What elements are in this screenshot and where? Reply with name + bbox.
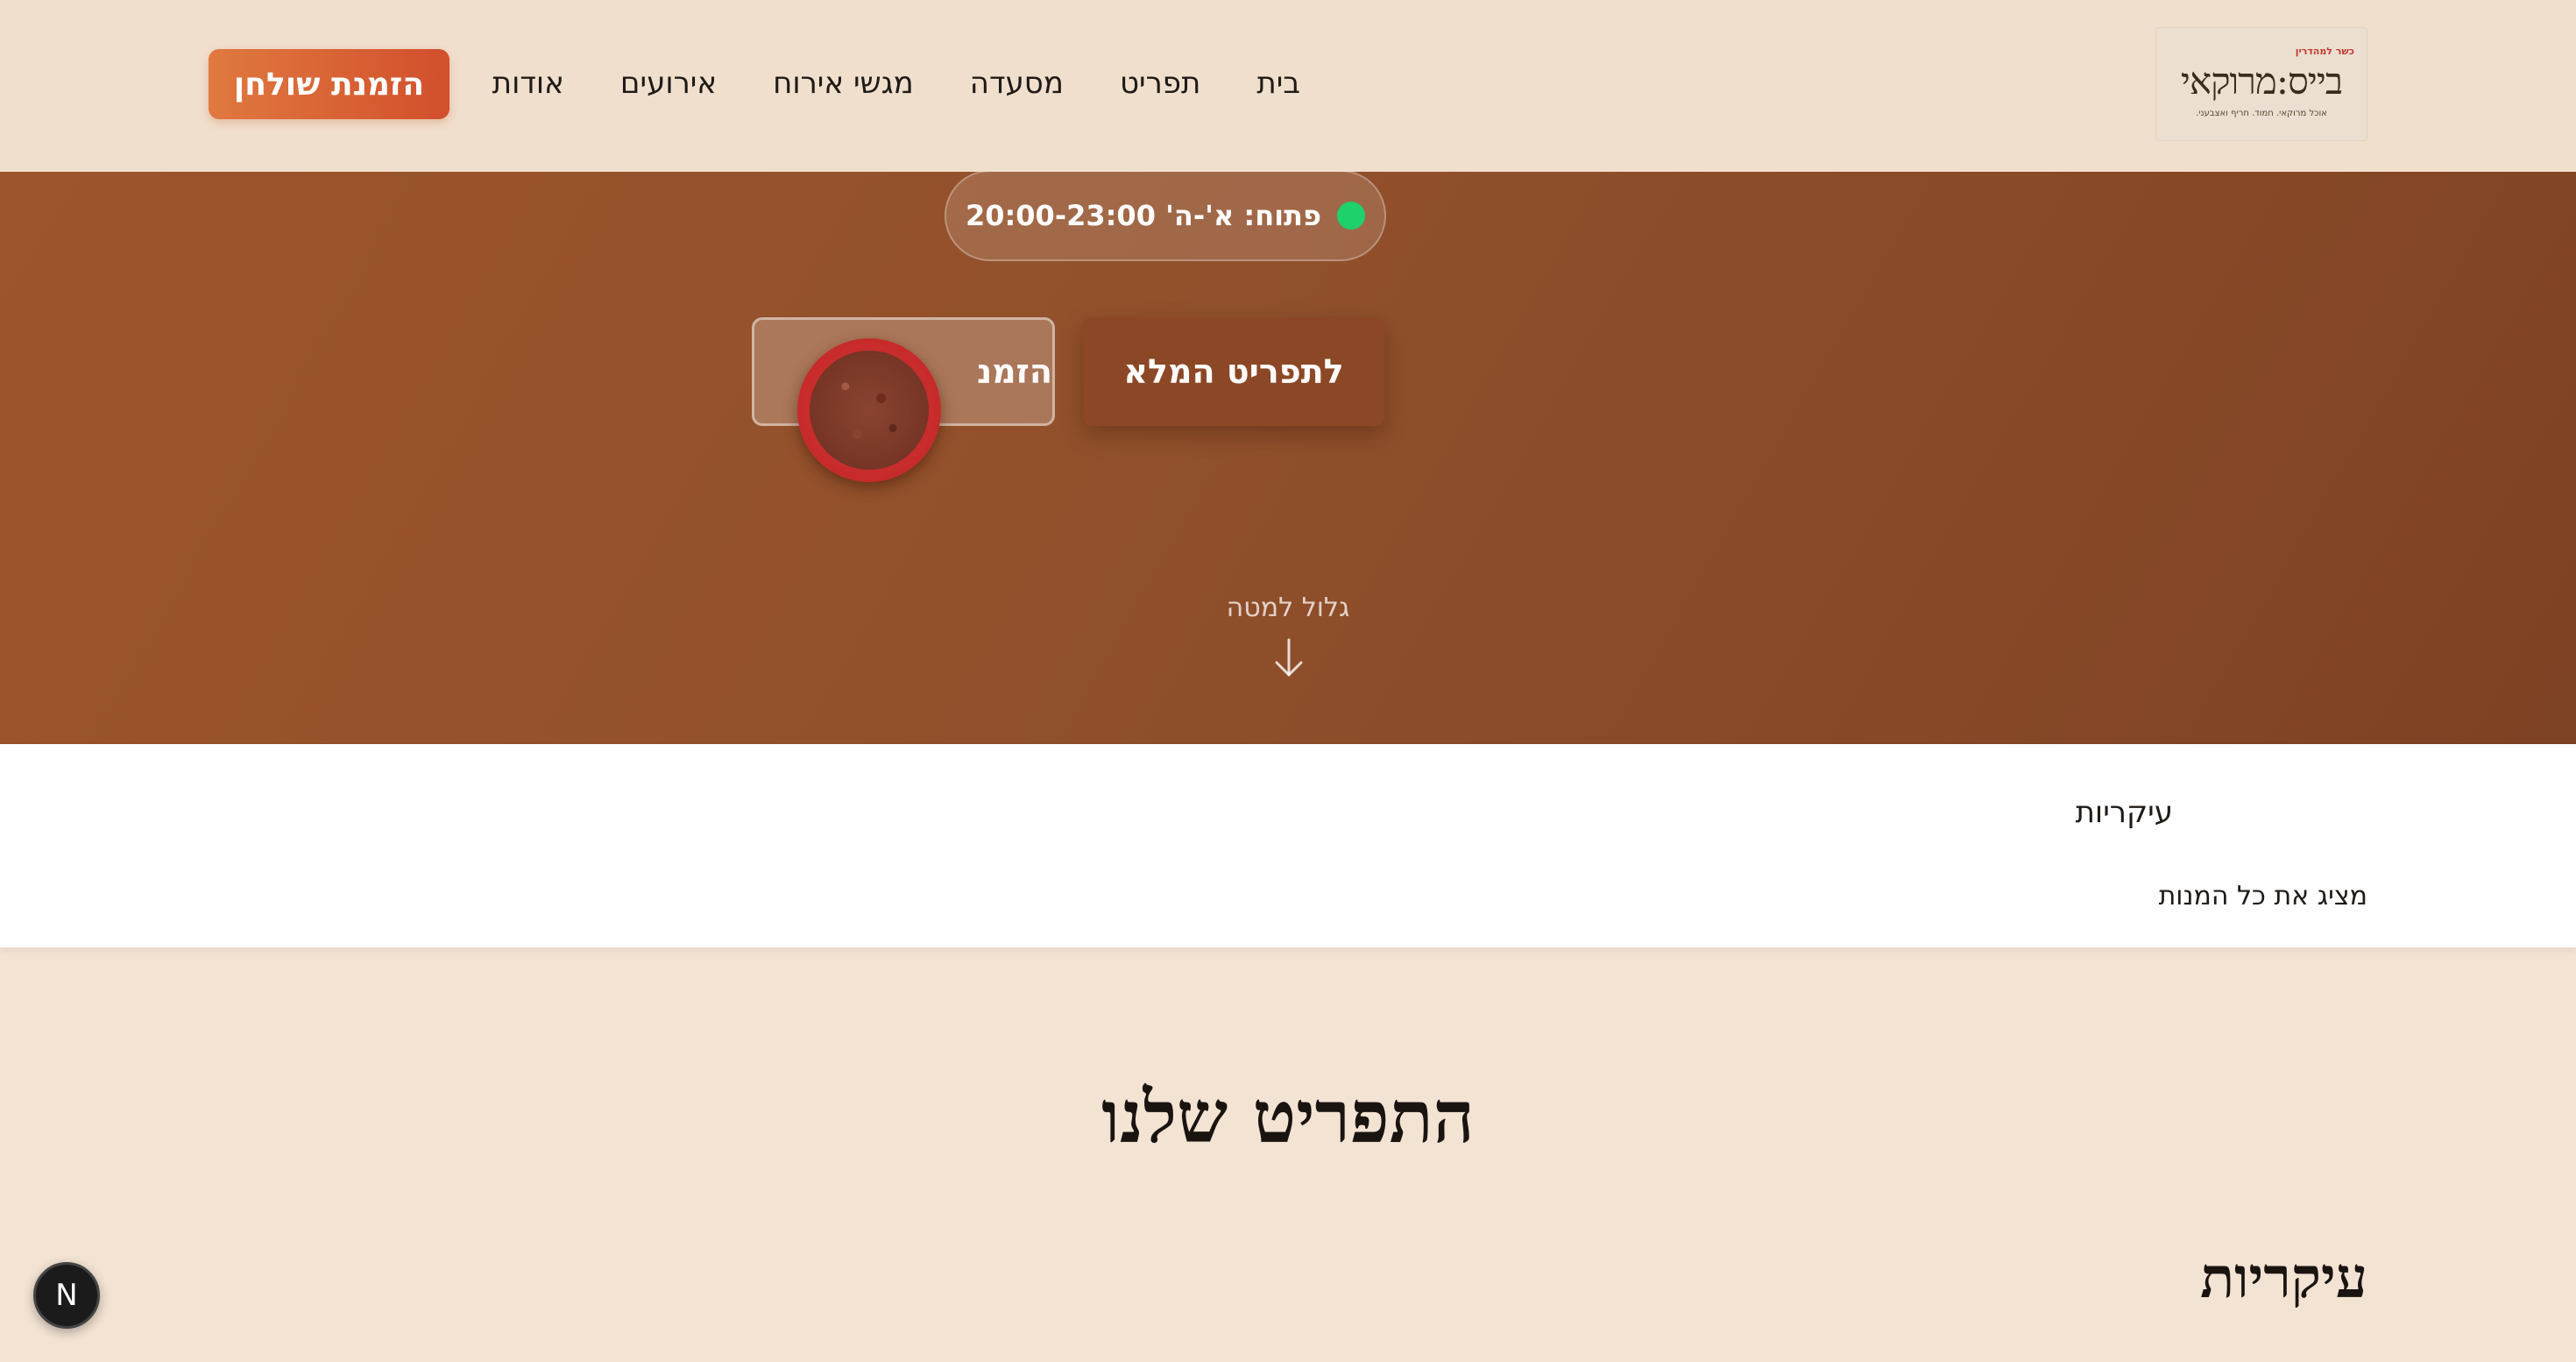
nav-item-platters[interactable]: מגשי אירוח — [773, 66, 914, 101]
hero-reserve-button-label: הזמנ — [976, 352, 1052, 391]
nav-item-menu[interactable]: תפריט — [1120, 66, 1200, 101]
reserve-table-button[interactable]: הזמנת שולחן — [209, 49, 449, 119]
nav-item-restaurant[interactable]: מסעדה — [970, 66, 1064, 101]
hero-section: פתוח: א'-ה' 20:00-23:00 לתפריט המלא הזמנ… — [0, 172, 2576, 744]
category-bar: עיקריות מציג את כל המנות — [0, 744, 2576, 947]
main-nav: בית תפריט מסעדה מגשי אירוח אירועים אודות — [492, 53, 1300, 114]
nextjs-dev-badge-icon[interactable]: N — [33, 1262, 100, 1329]
opening-hours-badge: פתוח: א'-ה' 20:00-23:00 — [945, 172, 1386, 261]
kosher-label: כשר למהדרין — [2295, 46, 2354, 57]
nav-item-home[interactable]: בית — [1256, 66, 1300, 101]
open-status-dot-icon — [1337, 202, 1366, 230]
logo[interactable]: כשר למהדרין בייס:מרוקאי אוכל מרוקאי. חמו… — [2155, 27, 2367, 141]
logo-wordmark: בייס:מרוקאי — [2180, 60, 2343, 103]
dish-bowl-image — [797, 338, 941, 482]
nav-item-events[interactable]: אירועים — [620, 66, 717, 101]
category-tab-mains[interactable]: עיקריות — [2015, 795, 2173, 830]
menu-title: התפריט שלנו — [1101, 1075, 1475, 1160]
dish-food — [810, 351, 929, 470]
full-menu-button[interactable]: לתפריט המלא — [1083, 317, 1384, 426]
nav-item-about[interactable]: אודות — [492, 66, 564, 101]
scroll-down-label: גלול למטה — [1226, 592, 1350, 623]
site-header: כשר למהדרין בייס:מרוקאי אוכל מרוקאי. חמו… — [0, 0, 2576, 172]
showing-all-dishes-label[interactable]: מציג את כל המנות — [2103, 881, 2367, 912]
menu-section: התפריט שלנו עיקריות — [0, 947, 2576, 1362]
arrow-down-icon[interactable] — [1271, 636, 1306, 680]
category-heading-mains: עיקריות — [2200, 1245, 2367, 1311]
opening-hours-text: פתוח: א'-ה' 20:00-23:00 — [965, 199, 1322, 232]
logo-tagline: אוכל מרוקאי. חמוד. חריף ואצבעני. — [2196, 109, 2327, 118]
